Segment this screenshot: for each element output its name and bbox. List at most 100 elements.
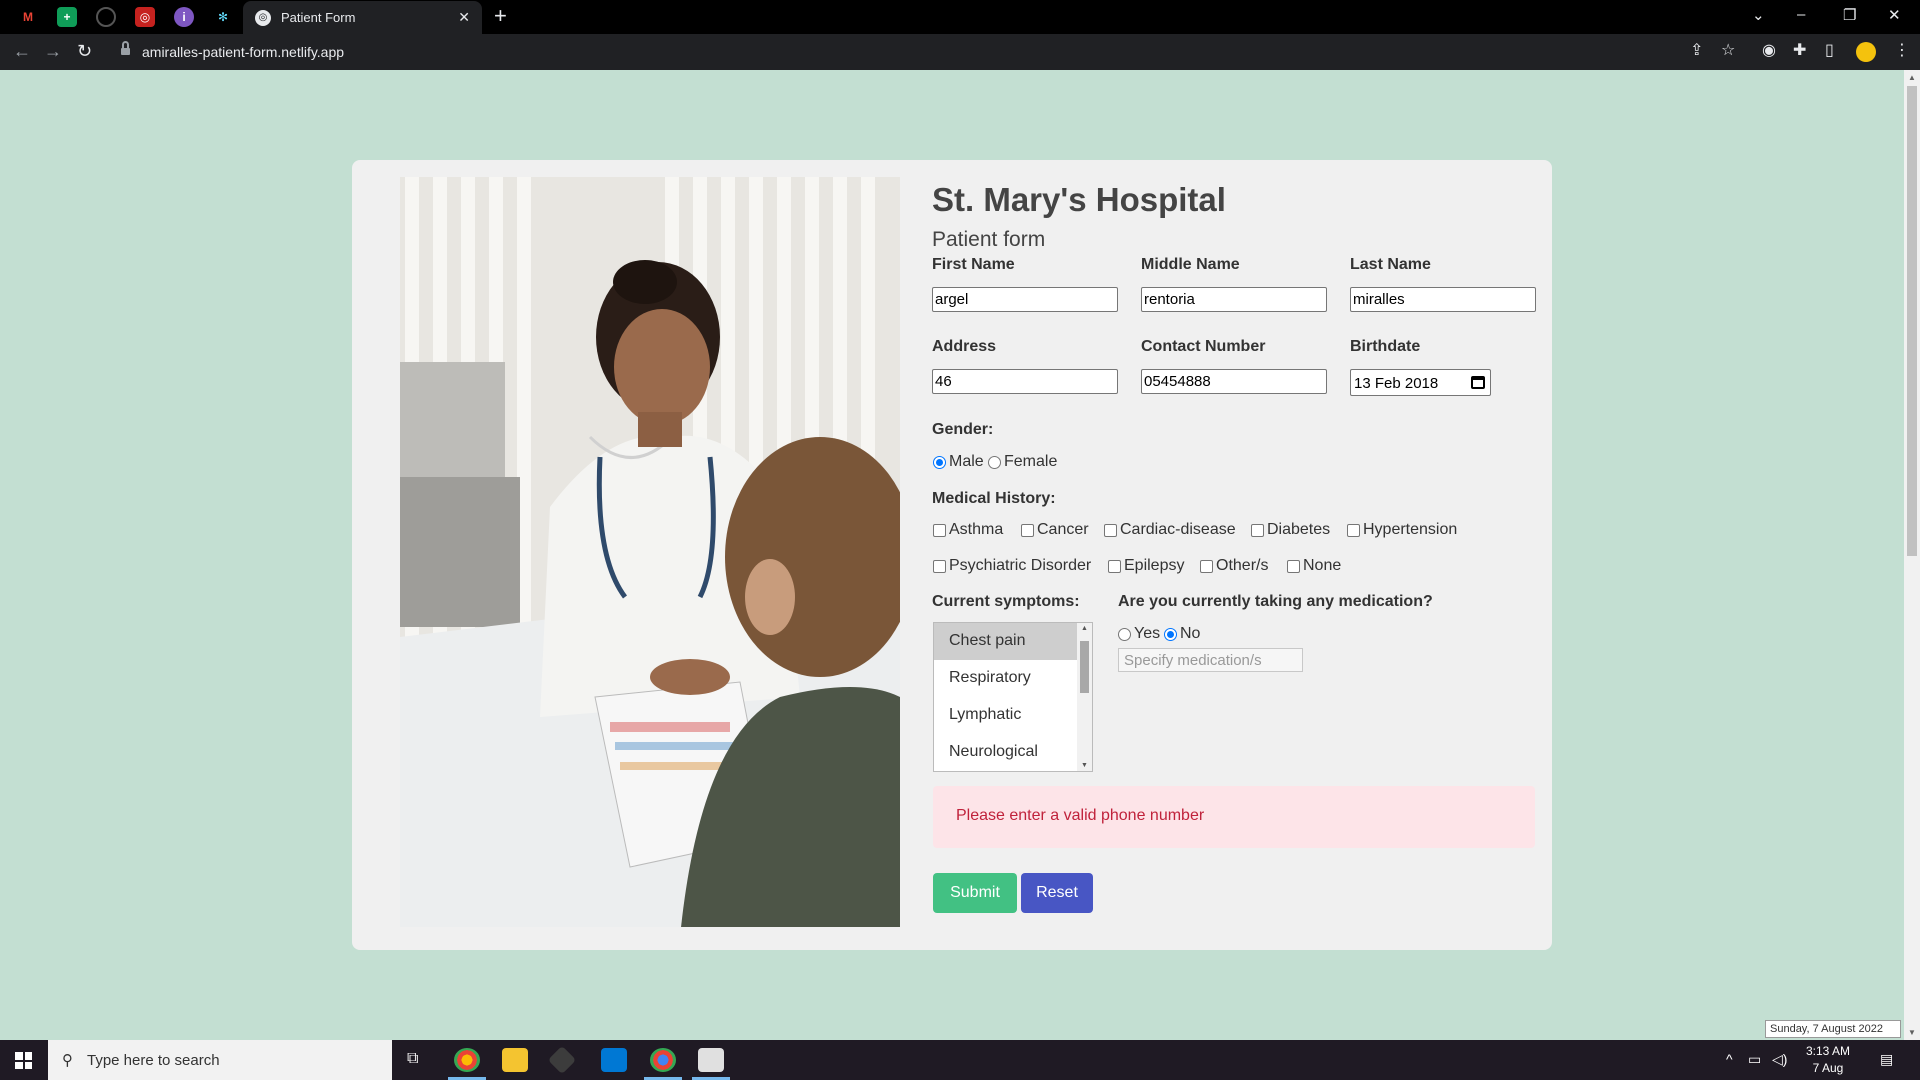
symptoms-label: Current symptoms: xyxy=(932,593,1080,610)
forward-icon[interactable]: → xyxy=(44,42,62,60)
tab-patient-form[interactable]: ◎ Patient Form ✕ xyxy=(243,1,482,34)
psychiatric-option[interactable]: Psychiatric Disorder xyxy=(933,557,1091,575)
back-icon[interactable]: ← xyxy=(13,42,31,60)
medication-no-option[interactable]: No xyxy=(1164,625,1200,643)
page-title: St. Mary's Hospital xyxy=(932,181,1226,218)
psychiatric-checkbox[interactable] xyxy=(933,559,946,573)
tab-search-icon[interactable]: ⌄ xyxy=(1752,6,1765,24)
asthma-checkbox[interactable] xyxy=(933,523,946,537)
diabetes-checkbox[interactable] xyxy=(1251,523,1264,537)
gender-male-option[interactable]: Male xyxy=(933,453,984,471)
other-checkbox[interactable] xyxy=(1200,559,1213,573)
middle-name-field[interactable] xyxy=(1141,287,1327,312)
sheets-icon[interactable]: + xyxy=(57,7,77,27)
chrome-icon[interactable] xyxy=(454,1048,480,1072)
none-label: None xyxy=(1303,557,1342,574)
cancer-option[interactable]: Cancer xyxy=(1021,521,1089,539)
scroll-thumb[interactable] xyxy=(1907,86,1917,556)
listbox-scroll-down-icon[interactable]: ▼ xyxy=(1081,762,1088,769)
clock[interactable]: 3:13 AM 7 Aug 2022 xyxy=(1800,1043,1856,1080)
cardiac-option[interactable]: Cardiac-disease xyxy=(1104,521,1236,539)
extension-icon[interactable]: ◉ xyxy=(1762,43,1776,59)
show-hidden-icons-icon[interactable]: ^ xyxy=(1726,1051,1733,1067)
address-bar[interactable]: amiralles-patient-form.netlify.app xyxy=(142,44,344,60)
female-radio[interactable] xyxy=(988,455,1001,469)
github-icon[interactable] xyxy=(96,7,116,27)
hypertension-checkbox[interactable] xyxy=(1347,523,1360,537)
medication-field[interactable] xyxy=(1118,648,1303,672)
symptom-option[interactable]: Neurological xyxy=(934,734,1092,771)
gender-female-option[interactable]: Female xyxy=(988,453,1057,471)
listbox-scrollbar[interactable]: ▲ ▼ xyxy=(1077,623,1092,771)
none-option[interactable]: None xyxy=(1287,557,1341,575)
scroll-up-icon[interactable]: ▲ xyxy=(1908,73,1916,82)
address-field[interactable] xyxy=(932,369,1118,394)
scroll-down-icon[interactable]: ▼ xyxy=(1908,1028,1916,1037)
symptoms-listbox[interactable]: Chest pain Respiratory Lymphatic Neurolo… xyxy=(933,622,1093,772)
epilepsy-option[interactable]: Epilepsy xyxy=(1108,557,1184,575)
hypertension-label: Hypertension xyxy=(1363,521,1458,538)
puzzle-icon[interactable]: ✚ xyxy=(1793,43,1806,59)
task-view-icon[interactable]: ⧉ xyxy=(407,1050,418,1068)
restore-icon[interactable]: ❐ xyxy=(1843,6,1856,24)
other-option[interactable]: Other/s xyxy=(1200,557,1268,575)
diabetes-option[interactable]: Diabetes xyxy=(1251,521,1330,539)
page-scrollbar[interactable]: ▲ ▼ xyxy=(1904,70,1920,1040)
minimize-icon[interactable]: – xyxy=(1797,6,1805,23)
file-explorer-icon[interactable] xyxy=(502,1048,528,1072)
contact-number-field[interactable] xyxy=(1141,369,1327,394)
epilepsy-checkbox[interactable] xyxy=(1108,559,1121,573)
asthma-label: Asthma xyxy=(949,521,1004,538)
close-window-icon[interactable]: ✕ xyxy=(1888,6,1901,24)
reset-button[interactable]: Reset xyxy=(1021,873,1093,913)
cancer-checkbox[interactable] xyxy=(1021,523,1034,537)
symptom-option[interactable]: Respiratory xyxy=(934,660,1092,697)
last-name-field[interactable] xyxy=(1350,287,1536,312)
birthdate-field[interactable]: 13 Feb 2018 xyxy=(1350,369,1491,396)
bookmark-star-icon[interactable]: ☆ xyxy=(1721,43,1735,59)
no-radio[interactable] xyxy=(1164,627,1177,641)
chrome-profile-icon[interactable] xyxy=(650,1048,676,1072)
symptom-option[interactable]: Chest pain xyxy=(934,623,1092,660)
medication-yes-option[interactable]: Yes xyxy=(1118,625,1160,643)
first-name-field[interactable] xyxy=(932,287,1118,312)
clock-time: 3:13 AM xyxy=(1805,1044,1851,1058)
git-icon[interactable] xyxy=(547,1045,577,1075)
side-panel-icon[interactable]: ▯ xyxy=(1825,43,1834,59)
yes-radio[interactable] xyxy=(1118,627,1131,641)
app2-icon[interactable]: i xyxy=(174,7,194,27)
listbox-scroll-thumb[interactable] xyxy=(1080,641,1089,693)
volume-icon[interactable]: ◁) xyxy=(1772,1051,1787,1068)
react-icon[interactable]: ✻ xyxy=(213,7,233,27)
paint-icon[interactable] xyxy=(698,1048,724,1072)
search-placeholder: Type here to search xyxy=(87,1051,220,1069)
windows-start-icon[interactable] xyxy=(15,1052,32,1069)
medication-question: Are you currently taking any medication? xyxy=(1118,593,1433,610)
cardiac-checkbox[interactable] xyxy=(1104,523,1117,537)
asthma-option[interactable]: Asthma xyxy=(933,521,1003,539)
taskbar-search[interactable]: ⚲ Type here to search xyxy=(48,1040,392,1080)
male-radio[interactable] xyxy=(933,455,946,469)
gmail-icon[interactable]: M xyxy=(18,7,38,27)
close-tab-icon[interactable]: ✕ xyxy=(458,9,470,26)
listbox-scroll-up-icon[interactable]: ▲ xyxy=(1081,625,1088,632)
reload-icon[interactable]: ↻ xyxy=(77,42,92,60)
epilepsy-label: Epilepsy xyxy=(1124,557,1185,574)
birthdate-label: Birthdate xyxy=(1350,338,1421,355)
female-label: Female xyxy=(1004,453,1058,470)
menu-icon[interactable]: ⋮ xyxy=(1894,43,1910,59)
share-icon[interactable]: ⇪ xyxy=(1690,43,1703,59)
none-checkbox[interactable] xyxy=(1287,559,1300,573)
avatar[interactable] xyxy=(1856,42,1876,62)
vscode-icon[interactable] xyxy=(601,1048,627,1072)
app-icon[interactable]: ◎ xyxy=(135,7,155,27)
diabetes-label: Diabetes xyxy=(1267,521,1331,538)
notifications-icon[interactable]: ▤ xyxy=(1880,1051,1893,1068)
network-icon[interactable]: ▭ xyxy=(1748,1051,1761,1068)
submit-button[interactable]: Submit xyxy=(933,873,1017,913)
new-tab-icon[interactable]: + xyxy=(494,5,507,27)
symptom-option[interactable]: Lymphatic xyxy=(934,697,1092,734)
yes-label: Yes xyxy=(1134,625,1161,642)
hypertension-option[interactable]: Hypertension xyxy=(1347,521,1457,539)
calendar-icon[interactable] xyxy=(1471,376,1485,389)
